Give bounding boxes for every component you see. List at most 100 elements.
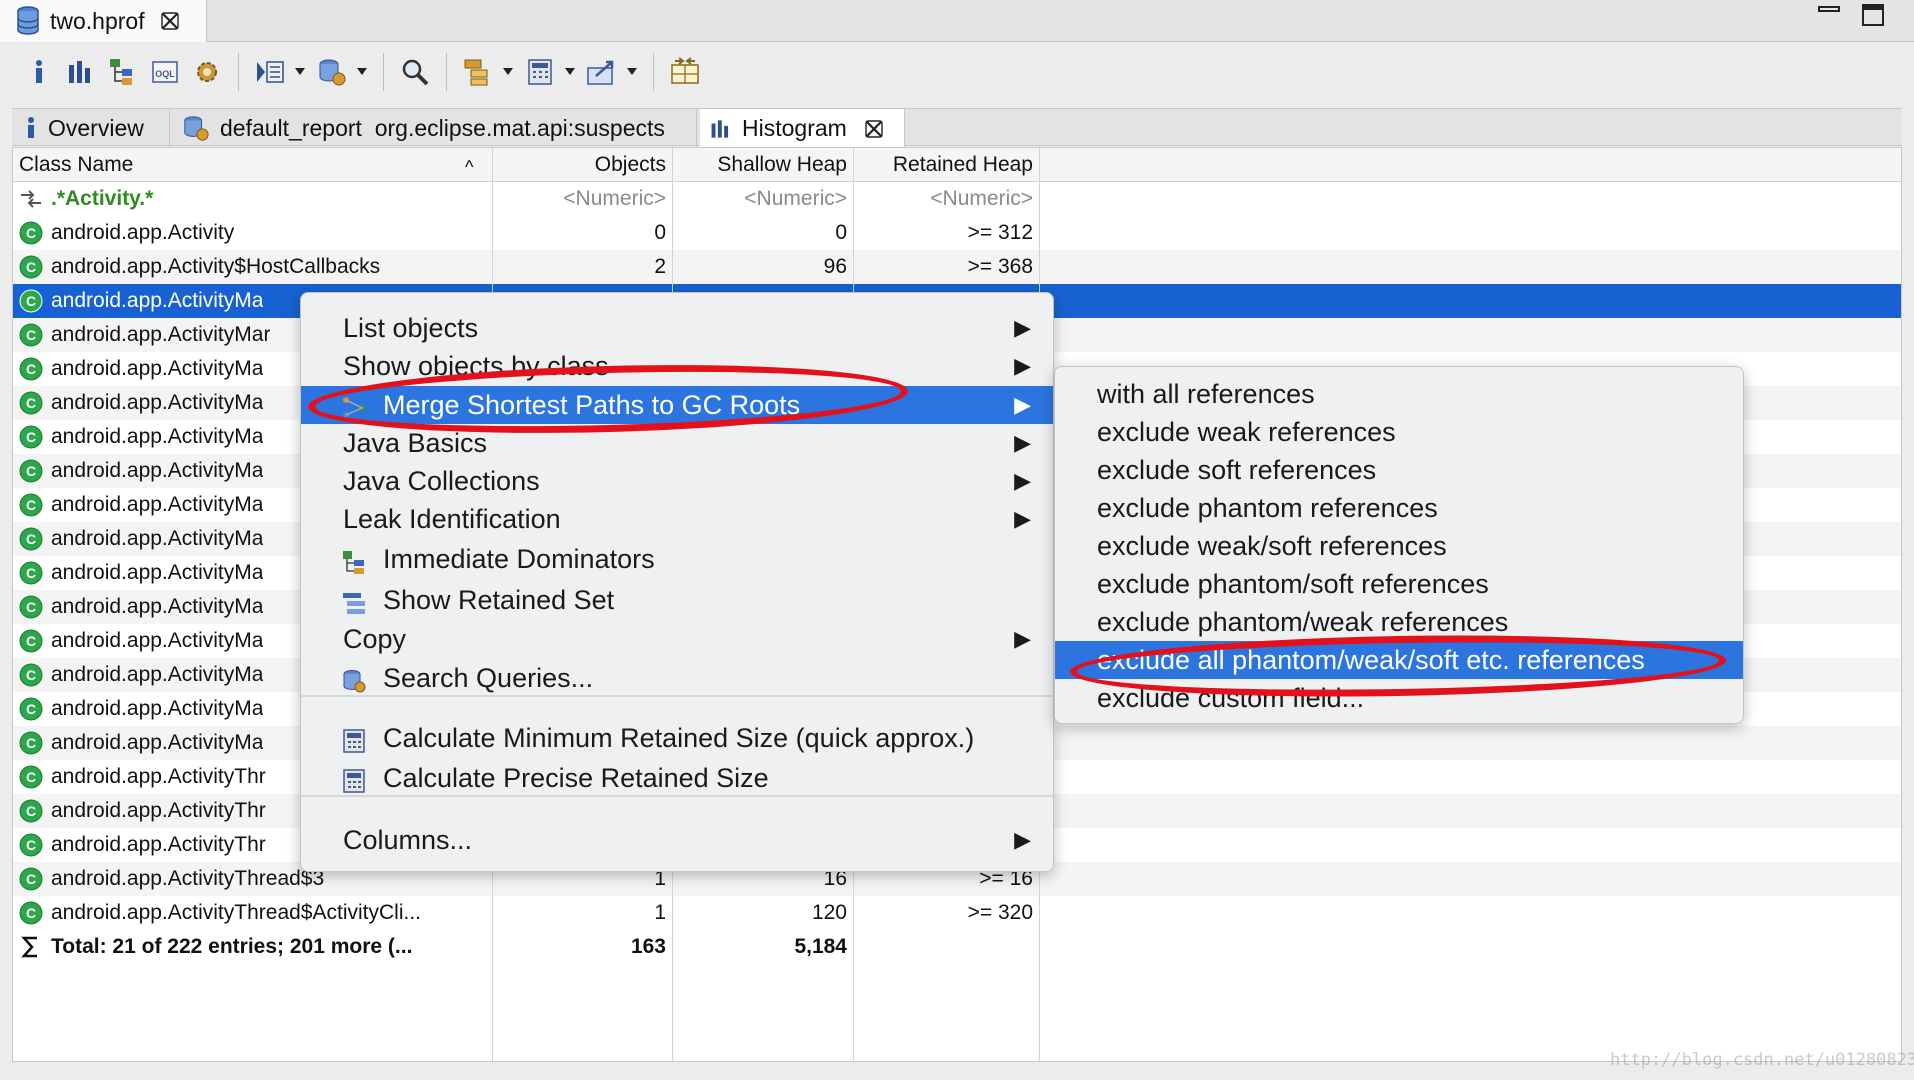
- export-dropdown[interactable]: [627, 55, 639, 89]
- oql-button[interactable]: OQL: [148, 55, 182, 89]
- cell-class-name: Candroid.app.ActivityThread$ActivityCli.…: [13, 896, 491, 930]
- submenu-item-exclude-soft-references[interactable]: exclude soft references: [1055, 451, 1743, 489]
- chevron-down-icon: [503, 68, 513, 75]
- submenu-item-label: exclude phantom/weak references: [1097, 607, 1509, 637]
- oql-icon: OQL: [152, 61, 178, 83]
- close-tab-icon[interactable]: [863, 118, 885, 140]
- cell-shallow-heap: 120: [811, 901, 847, 924]
- menu-item-show-retained-set[interactable]: Show Retained Set: [301, 581, 1053, 619]
- svg-text:C: C: [26, 463, 36, 479]
- filter-row[interactable]: .*Activity.* <Numeric> <Numeric> <Numeric>: [13, 182, 1901, 216]
- submenu-item-exclude-all-phantom-weak-soft-etc-references[interactable]: exclude all phantom/weak/soft etc. refer…: [1055, 641, 1743, 679]
- heap-overview-button[interactable]: [190, 55, 224, 89]
- tab-histogram[interactable]: Histogram: [700, 109, 905, 148]
- query-browser-icon: [184, 116, 209, 141]
- column-header-label: Class Name: [19, 153, 134, 176]
- submenu-item-with-all-references[interactable]: with all references: [1055, 375, 1743, 413]
- run-report-button[interactable]: [253, 55, 287, 89]
- calculate-button[interactable]: [523, 55, 557, 89]
- table-row[interactable]: Candroid.app.ActivityThread$ActivityCli.…: [13, 896, 1901, 930]
- submenu-item-exclude-weak-soft-references[interactable]: exclude weak/soft references: [1055, 527, 1743, 565]
- menu-item-list-objects[interactable]: List objects ▶: [301, 309, 1053, 347]
- svg-text:OQL: OQL: [155, 69, 175, 79]
- group-by-dropdown[interactable]: [503, 55, 515, 89]
- class-icon: C: [19, 833, 43, 857]
- column-header-retained-heap[interactable]: Retained Heap: [853, 148, 1039, 182]
- maximize-icon[interactable]: [1862, 4, 1884, 26]
- class-icon: C: [19, 867, 43, 891]
- minimize-icon[interactable]: [1818, 4, 1840, 18]
- histogram-button[interactable]: [64, 55, 98, 89]
- menu-item-search-queries[interactable]: Search Queries...: [301, 659, 1053, 697]
- class-name-text: android.app.ActivityMar: [51, 323, 271, 346]
- toolbar: OQL: [12, 44, 1902, 100]
- class-icon: C: [19, 425, 43, 449]
- report-dropdown[interactable]: [295, 55, 307, 89]
- tab-overview[interactable]: Overview: [12, 109, 170, 147]
- class-icon: C: [19, 459, 43, 483]
- compare-button[interactable]: [668, 55, 702, 89]
- column-header-class-name[interactable]: Class Name ^: [13, 148, 491, 182]
- class-icon: C: [19, 493, 43, 517]
- query-dropdown[interactable]: [357, 55, 369, 89]
- menu-item-show-objects-by-class[interactable]: Show objects by class ▶: [301, 347, 1053, 385]
- menu-item-calculate-minimum-retained-size-quick-approx[interactable]: Calculate Minimum Retained Size (quick a…: [301, 719, 1053, 757]
- svg-text:C: C: [26, 769, 36, 785]
- submenu-item-exclude-phantom-references[interactable]: exclude phantom references: [1055, 489, 1743, 527]
- menu-item-label: List objects: [343, 313, 479, 343]
- submenu-item-exclude-phantom-weak-references[interactable]: exclude phantom/weak references: [1055, 603, 1743, 641]
- toolbar-separator: [238, 53, 239, 91]
- menu-item-leak-identification[interactable]: Leak Identification ▶: [301, 500, 1053, 538]
- submenu-item-exclude-custom-field[interactable]: exclude custom field...: [1055, 679, 1743, 717]
- svg-text:C: C: [26, 905, 36, 921]
- menu-item-copy[interactable]: Copy ▶: [301, 620, 1053, 658]
- cell-retained-heap: <Numeric>: [930, 187, 1033, 210]
- toolbar-separator: [446, 53, 447, 91]
- submenu-item-exclude-phantom-soft-references[interactable]: exclude phantom/soft references: [1055, 565, 1743, 603]
- submenu-item-label: exclude soft references: [1097, 455, 1377, 485]
- class-name-text: android.app.ActivityThread$3: [51, 867, 325, 890]
- column-header-objects[interactable]: Objects: [492, 148, 672, 182]
- menu-item-merge-shortest-paths-to-gc-roots[interactable]: Merge Shortest Paths to GC Roots ▶: [301, 386, 1053, 424]
- search-button[interactable]: [398, 55, 432, 89]
- submenu-item-exclude-weak-references[interactable]: exclude weak references: [1055, 413, 1743, 451]
- dominator-tree-button[interactable]: [106, 55, 140, 89]
- menu-item-immediate-dominators[interactable]: Immediate Dominators: [301, 540, 1053, 578]
- cell-objects: 0: [654, 221, 666, 244]
- menu-item-calculate-precise-retained-size[interactable]: Calculate Precise Retained Size: [301, 759, 1053, 797]
- toolbar-separator: [653, 53, 654, 91]
- menu-item-label: Show Retained Set: [383, 585, 615, 615]
- table-row[interactable]: Candroid.app.Activity 0 0 >= 312: [13, 216, 1901, 250]
- close-tab-icon[interactable]: [159, 10, 181, 32]
- menu-item-java-basics[interactable]: Java Basics ▶: [301, 424, 1053, 462]
- info-button[interactable]: [22, 55, 56, 89]
- editor-tab-bar: two.hprof: [0, 0, 1914, 42]
- search-icon: [402, 59, 429, 86]
- query-browser-button[interactable]: [315, 55, 349, 89]
- menu-item-java-collections[interactable]: Java Collections ▶: [301, 462, 1053, 500]
- class-name-text: android.app.ActivityMa: [51, 697, 264, 720]
- result-tab-bar: Overview default_report org.eclipse.mat.…: [12, 108, 1902, 148]
- calculate-dropdown[interactable]: [565, 55, 577, 89]
- class-name-text: android.app.ActivityMa: [51, 663, 264, 686]
- class-name-text: android.app.ActivityMa: [51, 357, 264, 380]
- cell-shallow-heap: 96: [823, 255, 847, 278]
- menu-item-columns[interactable]: Columns... ▶: [301, 821, 1053, 859]
- tab-default-report[interactable]: default_report org.eclipse.mat.api:suspe…: [172, 109, 697, 147]
- cell-retained-heap: [853, 930, 1039, 964]
- export-button[interactable]: [585, 55, 619, 89]
- group-by-button[interactable]: [461, 55, 495, 89]
- submenu-item-label: exclude weak references: [1097, 417, 1396, 447]
- menu-item-label: Java Basics: [343, 428, 488, 458]
- column-header-shallow-heap[interactable]: Shallow Heap: [672, 148, 853, 182]
- gear-icon: [197, 62, 217, 82]
- svg-text:C: C: [26, 361, 36, 377]
- total-row[interactable]: Total: 21 of 222 entries; 201 more (... 1…: [13, 930, 1901, 964]
- submenu-item-label: exclude all phantom/weak/soft etc. refer…: [1097, 645, 1645, 675]
- submenu-arrow-icon: ▶: [1014, 626, 1031, 651]
- cell-objects: 163: [630, 935, 666, 958]
- class-name-text: android.app.ActivityMa: [51, 595, 264, 618]
- editor-tab-label: two.hprof: [50, 7, 145, 34]
- editor-tab-two-hprof[interactable]: two.hprof: [0, 0, 207, 42]
- table-row[interactable]: Candroid.app.Activity$HostCallbacks 2 96 >=…: [13, 250, 1901, 284]
